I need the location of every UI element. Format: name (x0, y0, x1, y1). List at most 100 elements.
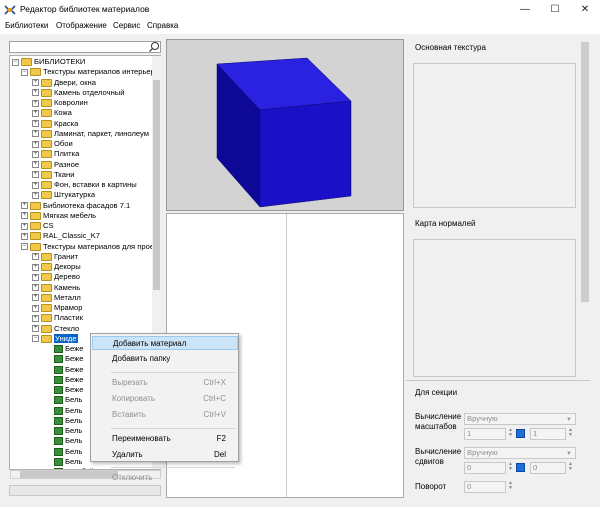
tree-folder-item[interactable]: + Стекло (32, 324, 79, 334)
tree-folder-item[interactable]: + Кожа (32, 108, 72, 118)
scale-mode-select[interactable]: Вручную ▼ (464, 413, 576, 425)
expand-icon[interactable]: + (32, 181, 39, 189)
shift-lock-icon[interactable] (516, 463, 525, 472)
context-menu-item[interactable]: Добавить материал (92, 336, 238, 350)
collapse-icon[interactable]: − (12, 58, 19, 66)
tree-folder-item[interactable]: + Ткани (32, 170, 74, 180)
tree-material-item[interactable]: Беже (54, 375, 83, 385)
collapse-icon[interactable]: − (32, 335, 39, 343)
expand-icon[interactable]: + (21, 212, 28, 220)
tree-folder-item[interactable]: + Библиотека фасадов 7.1 (21, 201, 130, 211)
tree-folder-item[interactable]: + Ламинат, паркет, линолеум (32, 129, 149, 139)
scale-x-input[interactable]: 1 (464, 428, 506, 440)
tree-folder-item[interactable]: + CS (21, 221, 54, 231)
context-menu-item[interactable]: Удалить Del (92, 448, 238, 462)
tree-folder-item[interactable]: + Камень отделочный (32, 88, 124, 98)
shift-x-stepper[interactable]: ▲ ▼ (507, 462, 514, 474)
expand-icon[interactable]: + (32, 99, 39, 107)
tree-folder-item[interactable]: − БИБЛИОТЕКИ (12, 57, 85, 67)
tree-material-item[interactable]: Бель (54, 426, 82, 436)
tree-folder-item[interactable]: + Гранит (32, 252, 78, 262)
shift-y-input[interactable]: 0 (530, 462, 566, 474)
normal-map-box[interactable] (413, 239, 576, 377)
tree-folder-item[interactable]: − Текстуры материалов интерьер (21, 67, 155, 77)
scale-lock-icon[interactable] (516, 429, 525, 438)
tree-folder-item[interactable]: + Мрамор (32, 303, 82, 313)
tree-folder-item[interactable]: + Разное (32, 160, 79, 170)
expand-icon[interactable]: + (32, 273, 39, 281)
tree-folder-item[interactable]: + RAL_Classic_K7 (21, 231, 100, 241)
expand-icon[interactable]: + (32, 161, 39, 168)
expand-icon[interactable]: + (32, 253, 39, 261)
tree-folder-item[interactable]: + Декоры (32, 262, 81, 272)
tree-material-item[interactable]: Бель (54, 395, 82, 405)
tree-material-item[interactable]: Бель (54, 457, 82, 467)
expand-icon[interactable]: + (32, 140, 39, 148)
expand-icon[interactable]: + (21, 222, 28, 230)
tree-folder-item[interactable]: + Камень (32, 283, 80, 293)
search-input[interactable] (9, 41, 161, 53)
expand-icon[interactable]: + (32, 263, 39, 271)
tree-folder-item[interactable]: + Штукатурка (32, 190, 95, 200)
tree-folder-item[interactable]: + Плитка (32, 149, 79, 159)
tree-material-item[interactable]: Беже (54, 385, 83, 395)
close-button[interactable]: ✕ (570, 0, 600, 19)
shift-y-stepper[interactable]: ▲ ▼ (567, 462, 574, 474)
menu-service[interactable]: Сервис (113, 20, 140, 32)
context-menu-item[interactable]: Добавить папку (92, 352, 238, 366)
menu-help[interactable]: Справка (147, 20, 178, 32)
shift-x-input[interactable]: 0 (464, 462, 506, 474)
scale-y-stepper[interactable]: ▲ ▼ (567, 428, 574, 440)
tree-folder-item[interactable]: + Обои (32, 139, 73, 149)
base-texture-box[interactable] (413, 63, 576, 208)
tree-material-item[interactable]: Бель (54, 436, 82, 446)
menu-view[interactable]: Отображение (56, 20, 107, 32)
tree-folder-item[interactable]: + Мягкая мебель (21, 211, 96, 221)
scale-x-stepper[interactable]: ▲ ▼ (507, 428, 514, 440)
tree-folder-item[interactable]: + Металл (32, 293, 81, 303)
expand-icon[interactable]: + (32, 79, 39, 86)
right-vertical-scroll-thumb[interactable] (581, 42, 589, 302)
expand-icon[interactable]: + (32, 150, 39, 158)
tree-material-item[interactable]: Бель (54, 406, 82, 416)
expand-icon[interactable]: + (32, 304, 39, 312)
tree-material-item[interactable]: Беже (54, 365, 83, 375)
shift-mode-select[interactable]: Вручную ▼ (464, 447, 576, 459)
tree-material-item[interactable]: Беже (54, 354, 83, 364)
expand-icon[interactable]: + (21, 232, 28, 240)
tree-material-item[interactable]: Беже (54, 344, 83, 354)
tree-folder-item[interactable]: + Дерево (32, 272, 80, 282)
material-preview[interactable] (166, 39, 404, 211)
expand-icon[interactable]: + (32, 109, 39, 117)
menu-libraries[interactable]: Библиотеки (5, 20, 48, 32)
rotation-stepper[interactable]: ▲ ▼ (507, 481, 514, 493)
tree-folder-item[interactable]: + Ковролин (32, 98, 88, 108)
tree-folder-item[interactable]: + Краска (32, 119, 78, 129)
scale-y-input[interactable]: 1 (530, 428, 566, 440)
expand-icon[interactable]: + (32, 171, 39, 179)
expand-icon[interactable]: + (32, 294, 39, 302)
expand-icon[interactable]: + (32, 89, 39, 97)
tree-vertical-scroll-thumb[interactable] (153, 80, 160, 290)
rotation-input[interactable]: 0 (464, 481, 506, 493)
tree-material-item[interactable]: Бель (54, 416, 82, 426)
expand-icon[interactable]: + (32, 191, 39, 199)
expand-icon[interactable]: + (32, 325, 39, 332)
expand-icon[interactable]: + (32, 120, 39, 127)
tree-material-item[interactable]: Бель (54, 447, 82, 457)
collapse-icon[interactable]: − (21, 68, 28, 76)
maximize-button[interactable]: ☐ (540, 0, 570, 19)
expand-icon[interactable]: + (32, 130, 39, 138)
search-icon[interactable] (148, 41, 161, 53)
expand-icon[interactable]: + (32, 284, 39, 291)
minimize-button[interactable]: — (510, 0, 540, 19)
tree-folder-item[interactable]: − Текстуры материалов для прое (21, 242, 154, 252)
tree-folder-item[interactable]: − Униде (32, 333, 78, 344)
collapse-icon[interactable]: − (21, 243, 28, 250)
tree-folder-item[interactable]: + Фон, вставки в картины (32, 180, 137, 190)
context-menu-item[interactable]: Переименовать F2 (92, 432, 238, 446)
expand-icon[interactable]: + (32, 314, 39, 322)
expand-icon[interactable]: + (21, 202, 28, 209)
tree-folder-item[interactable]: + Двери, окна (32, 78, 96, 88)
tree-folder-item[interactable]: + Пластик (32, 313, 83, 323)
